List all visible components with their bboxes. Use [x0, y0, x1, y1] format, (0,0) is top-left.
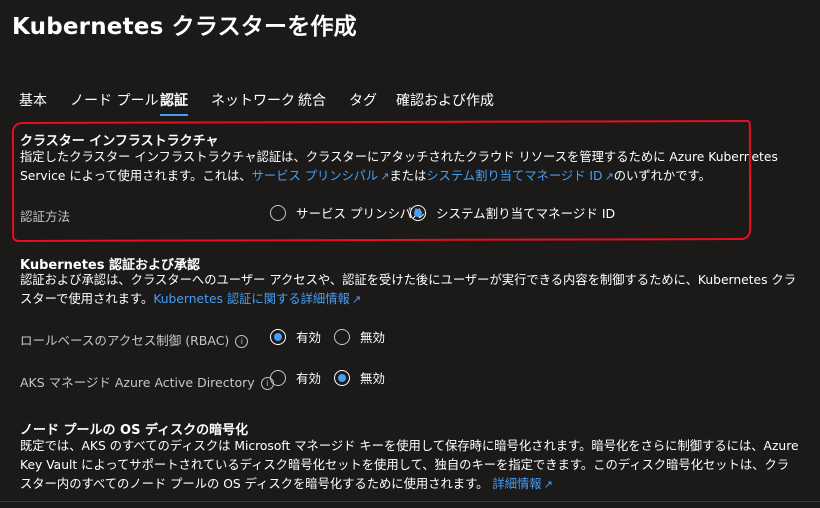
- tab-node-pools[interactable]: ノード プール: [70, 90, 158, 110]
- infra-description: 指定したクラスター インフラストラクチャ認証は、クラスターにアタッチされたクラウ…: [20, 150, 778, 183]
- radio-circle-selected: [334, 369, 350, 386]
- encryption-section-title: ノード プールの OS ディスクの暗号化: [20, 423, 249, 438]
- info-icon[interactable]: i: [235, 335, 249, 348]
- k8s-auth-learn-more-link[interactable]: Kubernetes 認証に関する詳細情報: [153, 292, 350, 306]
- tab-tags[interactable]: タグ: [349, 90, 377, 110]
- auth-method-label: 認証方法: [20, 209, 71, 224]
- k8s-auth-description: 認証および承認は、クラスターへのユーザー アクセスや、認証を受けた後にユーザーが…: [20, 273, 797, 306]
- encryption-learn-more-link[interactable]: 詳細情報: [492, 477, 541, 491]
- aad-disabled-radio[interactable]: 無効: [334, 368, 385, 387]
- external-link-icon: ↗: [543, 478, 553, 491]
- page-title: Kubernetes クラスターを作成: [12, 14, 357, 40]
- infra-section-title: クラスター インフラストラクチャ: [20, 134, 219, 149]
- auth-method-managed-identity-radio[interactable]: システム割り当てマネージド ID: [410, 203, 615, 222]
- radio-circle: [334, 328, 350, 345]
- encryption-description: 既定では、AKS のすべてのディスクは Microsoft マネージド キーを使…: [20, 439, 799, 491]
- aad-label: AKS マネージド Azure Active Directory i: [20, 372, 274, 391]
- tab-integrations[interactable]: 統合: [298, 90, 326, 110]
- managed-identity-link[interactable]: システム割り当てマネージド ID: [426, 169, 602, 183]
- radio-circle-selected: [410, 204, 426, 221]
- rbac-enabled-radio[interactable]: 有効: [270, 327, 321, 346]
- external-link-icon: ↗: [351, 293, 362, 306]
- radio-circle: [270, 369, 286, 386]
- external-link-icon: ↗: [380, 170, 390, 183]
- tab-basics[interactable]: 基本: [19, 90, 47, 110]
- divider: [0, 501, 820, 502]
- tab-review-create[interactable]: 確認および作成: [396, 90, 494, 110]
- rbac-disabled-radio[interactable]: 無効: [334, 327, 385, 346]
- external-link-icon: ↗: [604, 170, 614, 183]
- tab-networking[interactable]: ネットワーク: [211, 90, 295, 110]
- aad-enabled-radio[interactable]: 有効: [270, 368, 321, 387]
- more-options-icon[interactable]: …: [319, 12, 336, 31]
- radio-circle-selected: [270, 328, 286, 345]
- tab-authentication[interactable]: 認証: [160, 90, 188, 116]
- rbac-label: ロールベースのアクセス制御 (RBAC) i: [20, 330, 249, 349]
- radio-circle: [270, 204, 286, 221]
- auth-method-service-principal-radio[interactable]: サービス プリンシパル: [270, 203, 425, 222]
- service-principal-link[interactable]: サービス プリンシパル: [252, 169, 379, 183]
